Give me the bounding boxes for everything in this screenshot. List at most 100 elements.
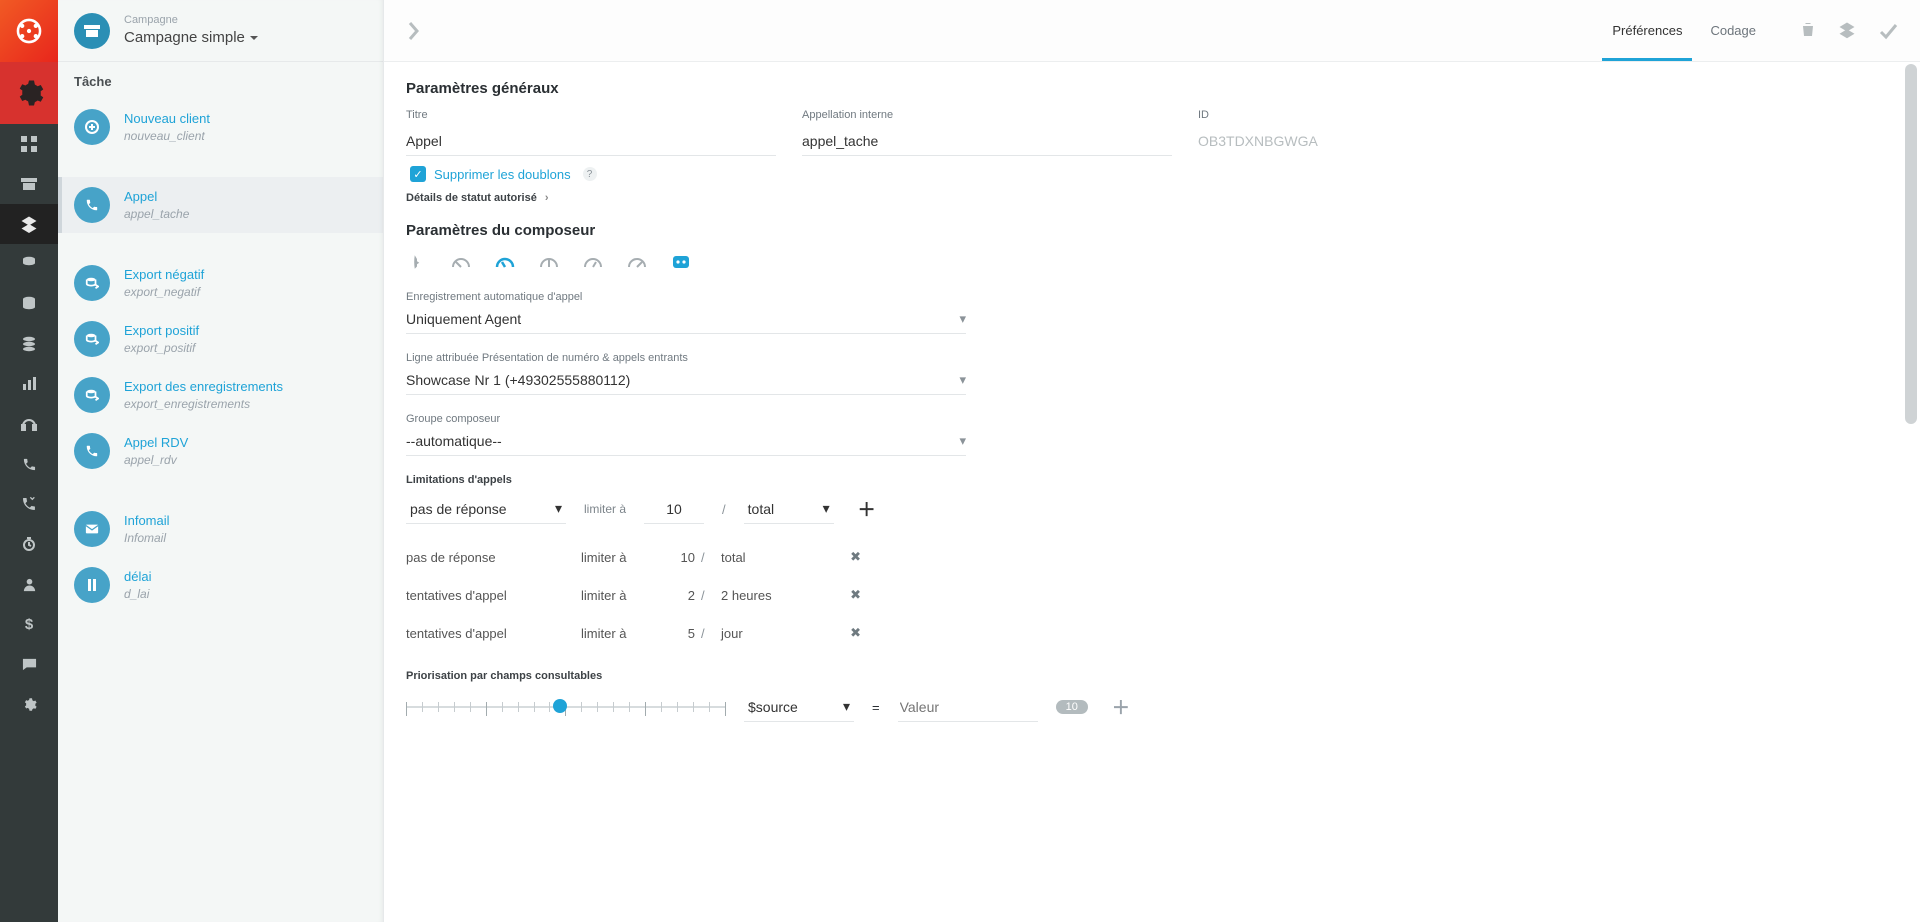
task-sub: export_negatif — [124, 285, 204, 299]
duplicates-label: Supprimer les doublons — [434, 167, 571, 182]
nav-dollar-icon[interactable]: $ — [0, 604, 58, 644]
dialer-speed3-icon[interactable] — [538, 251, 560, 273]
nav-phone-missed-icon[interactable] — [0, 484, 58, 524]
limit-unit: jour — [721, 626, 831, 641]
nav-db3-icon[interactable] — [0, 324, 58, 364]
nav-headset-icon[interactable] — [0, 404, 58, 444]
task-title: Export négatif — [124, 267, 204, 283]
line-label: Ligne attribuée Présentation de numéro &… — [406, 352, 1898, 364]
priority-source-select[interactable]: $source▾ — [744, 692, 854, 722]
gear-icon[interactable] — [0, 62, 58, 124]
section-dialer: Paramètres du composeur — [406, 222, 1898, 239]
nav-settings-icon[interactable] — [0, 684, 58, 724]
limit-word: limiter à — [581, 626, 661, 641]
export-icon — [74, 321, 110, 357]
tab-coding[interactable]: Codage — [1696, 0, 1770, 61]
nav-db1-icon[interactable] — [0, 244, 58, 284]
task-item[interactable]: Appelappel_tache — [58, 177, 383, 233]
layers-icon[interactable] — [1838, 21, 1856, 41]
task-title: délai — [124, 569, 151, 585]
intern-label: Appellation interne — [802, 109, 1172, 121]
task-title: Nouveau client — [124, 111, 210, 127]
plus-icon — [74, 109, 110, 145]
nav-chart-icon[interactable] — [0, 364, 58, 404]
rec-select[interactable]: Uniquement Agent ▾ — [406, 305, 966, 334]
task-title: Infomail — [124, 513, 170, 529]
task-item[interactable]: Appel RDVappel_rdv — [58, 423, 383, 479]
rec-label: Enregistrement automatique d'appel — [406, 291, 1898, 303]
nav-phone-icon[interactable] — [0, 444, 58, 484]
group-label: Groupe composeur — [406, 413, 1898, 425]
task-item[interactable]: Export des enregistrementsexport_enregis… — [58, 367, 383, 423]
duplicates-checkbox[interactable]: ✓ — [410, 166, 426, 182]
intern-input[interactable]: appel_tache — [802, 127, 1172, 156]
task-sub: appel_rdv — [124, 453, 188, 467]
remove-limit-icon[interactable]: ✖ — [850, 587, 861, 603]
dialer-manual-icon[interactable] — [406, 251, 428, 273]
nav-chat-icon[interactable] — [0, 644, 58, 684]
dialer-speed1-icon[interactable] — [450, 251, 472, 273]
limit-reason: tentatives d'appel — [406, 626, 581, 641]
check-icon[interactable] — [1878, 21, 1898, 41]
sidebar-section-title: Tâche — [58, 62, 383, 99]
priority-badge: 10 — [1056, 700, 1088, 714]
limit-count: 2 — [661, 588, 701, 603]
task-sub: nouveau_client — [124, 129, 210, 143]
nav-user-icon[interactable] — [0, 564, 58, 604]
limit-word: limiter à — [581, 588, 661, 603]
tab-preferences[interactable]: Préférences — [1598, 0, 1696, 61]
export-icon — [74, 265, 110, 301]
pause-icon — [74, 567, 110, 603]
campaign-eyebrow: Campagne — [124, 15, 259, 26]
add-limit-button[interactable]: ＋ — [858, 496, 876, 522]
phone-icon — [74, 433, 110, 469]
priority-slider[interactable] — [406, 694, 726, 720]
task-item[interactable]: Export négatif export_negatif — [58, 255, 383, 311]
back-chevron-icon[interactable] — [406, 20, 420, 42]
priority-value-input[interactable] — [898, 693, 1038, 722]
task-sub: Infomail — [124, 531, 170, 545]
export-icon — [74, 377, 110, 413]
task-sub: appel_tache — [124, 207, 189, 221]
chevron-right-icon: › — [545, 192, 549, 204]
remove-limit-icon[interactable]: ✖ — [850, 549, 861, 565]
dialer-speed4-icon[interactable] — [582, 251, 604, 273]
task-item[interactable]: délaid_lai — [58, 557, 383, 613]
task-item[interactable]: Nouveau client nouveau_client — [58, 99, 383, 155]
limit-count-input[interactable] — [644, 495, 704, 524]
task-item[interactable]: Infomail Infomail — [58, 501, 383, 557]
limit-unit-select[interactable]: total▾ — [744, 494, 834, 524]
task-title: Export positif — [124, 323, 199, 339]
campaign-selector[interactable]: Campagne Campagne simple — [58, 0, 383, 62]
dialer-speed2-icon[interactable] — [494, 251, 516, 273]
help-icon[interactable]: ? — [583, 167, 597, 181]
nav-archive-icon[interactable] — [0, 164, 58, 204]
chevron-down-icon: ▾ — [959, 311, 966, 327]
limit-row: tentatives d'appellimiter à2/2 heures✖ — [406, 576, 966, 614]
nav-layers-icon[interactable] — [0, 204, 58, 244]
status-details-toggle[interactable]: Détails de statut autorisé › — [406, 192, 1898, 204]
dialer-auto-icon[interactable] — [670, 251, 692, 273]
archive-icon — [74, 13, 110, 49]
phone-icon — [74, 187, 110, 223]
nav-timer-icon[interactable] — [0, 524, 58, 564]
limits-heading: Limitations d'appels — [406, 474, 1898, 486]
task-item[interactable]: Export positif export_positif — [58, 311, 383, 367]
group-select[interactable]: --automatique-- ▾ — [406, 427, 966, 456]
limit-unit: 2 heures — [721, 588, 831, 603]
chevron-down-icon: ▾ — [959, 433, 966, 449]
remove-limit-icon[interactable]: ✖ — [850, 625, 861, 641]
task-sub: export_positif — [124, 341, 199, 355]
limit-reason: pas de réponse — [406, 550, 581, 565]
limit-row: pas de réponselimiter à10/total✖ — [406, 538, 966, 576]
line-select[interactable]: Showcase Nr 1 (+49302555880112) ▾ — [406, 366, 966, 395]
title-input[interactable]: Appel — [406, 127, 776, 156]
title-label: Titre — [406, 109, 776, 121]
add-priority-button[interactable]: ＋ — [1112, 694, 1130, 720]
nav-db2-icon[interactable] — [0, 284, 58, 324]
delete-icon[interactable] — [1800, 21, 1816, 41]
nav-grid-icon[interactable] — [0, 124, 58, 164]
dialer-speed5-icon[interactable] — [626, 251, 648, 273]
logo-icon — [0, 0, 58, 62]
limit-reason-select[interactable]: pas de réponse▾ — [406, 494, 566, 524]
